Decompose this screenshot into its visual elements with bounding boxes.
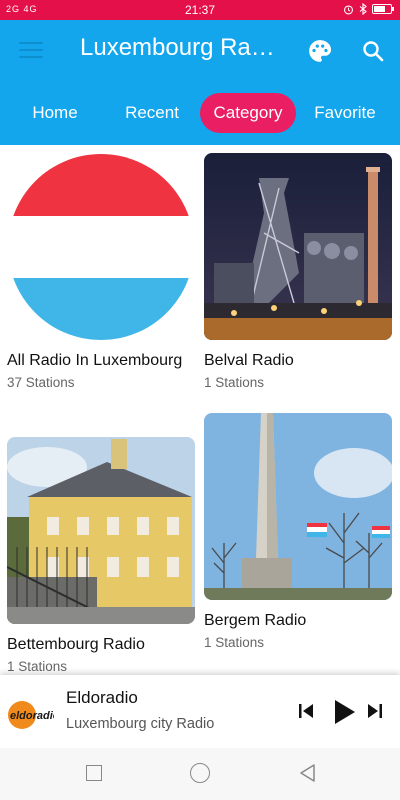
tab-bar: Home Recent Category Favorite <box>0 93 400 133</box>
category-name: All Radio In Luxembourg <box>7 352 183 369</box>
category-card-bettembourg[interactable]: Bettembourg Radio 1 Stations <box>7 437 195 674</box>
back-icon[interactable] <box>298 763 316 783</box>
category-count: 37 Stations <box>7 375 75 390</box>
svg-text:eldoradio: eldoradio <box>10 710 54 722</box>
bluetooth-icon <box>359 3 367 15</box>
station-logo: eldoradio <box>8 701 54 729</box>
skip-previous-icon[interactable] <box>296 702 316 720</box>
status-bar: 2G 4G 21:37 <box>0 0 400 20</box>
category-name: Belval Radio <box>204 352 294 369</box>
mini-player[interactable]: eldoradio Eldoradio Luxembourg city Radi… <box>0 675 400 748</box>
category-count: 1 Stations <box>204 635 265 650</box>
menu-icon[interactable] <box>19 42 43 60</box>
skip-next-icon[interactable] <box>365 702 385 720</box>
belval-image <box>204 153 392 340</box>
luxembourg-flag-image <box>7 153 195 340</box>
search-icon[interactable] <box>361 39 385 63</box>
status-icons <box>343 3 394 15</box>
category-image <box>7 153 195 340</box>
status-time: 21:37 <box>184 3 216 17</box>
recent-apps-icon[interactable] <box>86 765 102 781</box>
category-card-belval[interactable]: Belval Radio 1 Stations <box>204 153 392 390</box>
category-image <box>204 413 392 600</box>
category-card-all-luxembourg[interactable]: All Radio In Luxembourg 37 Stations <box>7 153 195 390</box>
category-image <box>7 437 195 624</box>
play-icon[interactable] <box>331 698 357 726</box>
alarm-icon <box>344 4 353 14</box>
home-icon[interactable] <box>190 763 210 783</box>
category-card-bergem[interactable]: Bergem Radio 1 Stations <box>204 413 392 650</box>
category-grid: All Radio In Luxembourg 37 Stations Belv… <box>0 145 400 675</box>
station-subtitle: Luxembourg city Radio <box>66 716 215 732</box>
app-title: Luxembourg Ra… <box>80 34 275 61</box>
bergem-image <box>204 413 392 600</box>
system-nav-bar <box>0 748 400 800</box>
battery-icon <box>372 4 394 14</box>
tab-category[interactable]: Category <box>200 93 296 133</box>
station-name: Eldoradio <box>66 688 138 707</box>
app-bar: Luxembourg Ra… Home Recent Category Favo… <box>0 20 400 145</box>
category-name: Bergem Radio <box>204 612 307 629</box>
tab-home[interactable]: Home <box>14 93 96 133</box>
bettembourg-image <box>7 437 195 624</box>
category-count: 1 Stations <box>204 375 265 390</box>
palette-icon[interactable] <box>307 38 333 64</box>
category-image <box>204 153 392 340</box>
category-name: Bettembourg Radio <box>7 636 145 653</box>
tab-favorite[interactable]: Favorite <box>305 93 385 133</box>
category-count: 1 Stations <box>7 659 68 674</box>
tab-recent[interactable]: Recent <box>110 93 194 133</box>
